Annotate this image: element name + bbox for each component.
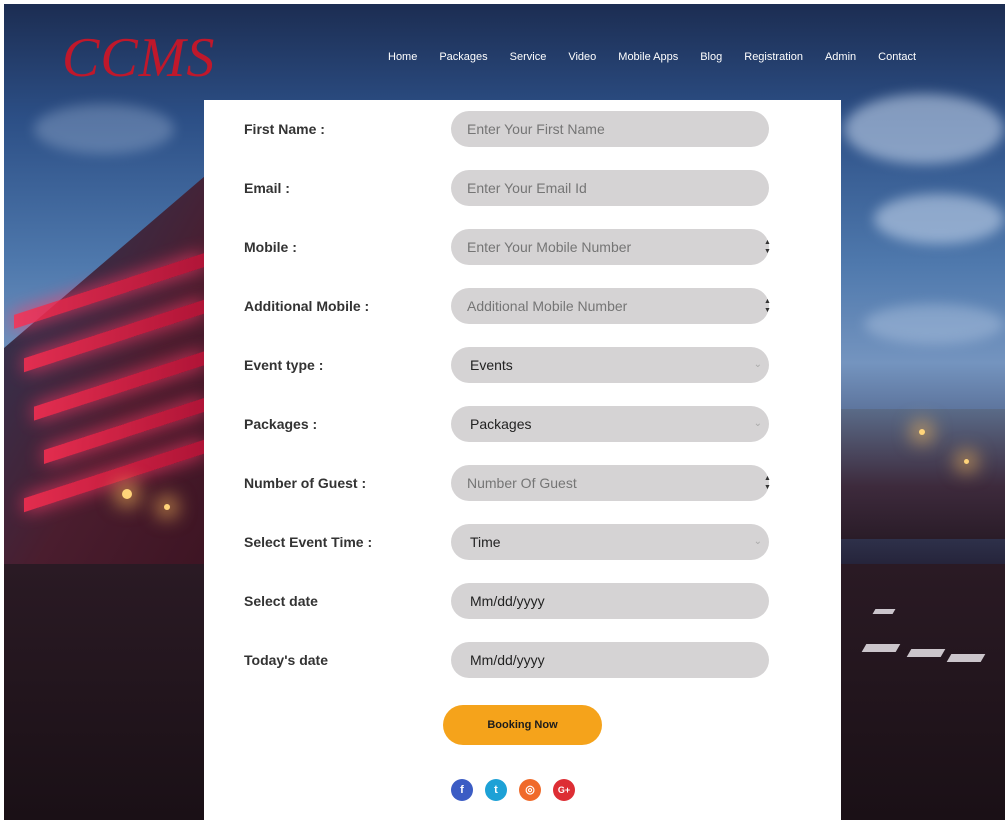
packages-select[interactable]: Packages ⌄ [451, 406, 769, 442]
booking-now-button[interactable]: Booking Now [443, 705, 602, 745]
social-links: f t ◎ G+ [451, 779, 575, 801]
facebook-icon[interactable]: f [451, 779, 473, 801]
mobile-label: Mobile : [244, 239, 297, 255]
row-select-date: Select date Mm/dd/yyyy [204, 583, 841, 619]
packages-value: Packages [470, 416, 532, 432]
todays-date-input[interactable]: Mm/dd/yyyy [451, 642, 769, 678]
spinner-arrows-icon[interactable]: ▲ ▼ [764, 297, 771, 315]
event-type-value: Events [470, 357, 513, 373]
packages-label: Packages : [244, 416, 318, 432]
chevron-down-icon: ⌄ [753, 359, 762, 370]
event-time-select[interactable]: Time ⌄ [451, 524, 769, 560]
street-light [919, 429, 925, 435]
spinner-arrows-icon[interactable]: ▲ ▼ [764, 474, 771, 492]
first-name-label: First Name : [244, 121, 325, 137]
chevron-down-icon: ⌄ [753, 536, 762, 547]
nav-home[interactable]: Home [388, 51, 417, 63]
street-light [164, 504, 170, 510]
nav-blog[interactable]: Blog [700, 51, 722, 63]
crosswalk-stripe [861, 644, 901, 652]
additional-mobile-label: Additional Mobile : [244, 298, 370, 314]
select-date-input[interactable]: Mm/dd/yyyy [451, 583, 769, 619]
guests-label: Number of Guest : [244, 475, 367, 491]
nav-admin[interactable]: Admin [825, 51, 856, 63]
main-nav: Home Packages Service Video Mobile Apps … [388, 51, 938, 63]
email-label: Email : [244, 180, 290, 196]
event-time-value: Time [470, 534, 501, 550]
nav-registration[interactable]: Registration [744, 51, 803, 63]
cloud [864, 304, 1004, 344]
nav-packages[interactable]: Packages [439, 51, 487, 63]
street-light [964, 459, 969, 464]
event-type-select[interactable]: Events ⌄ [451, 347, 769, 383]
row-email: Email : [204, 170, 841, 206]
twitter-icon[interactable]: t [485, 779, 507, 801]
chevron-down-icon: ⌄ [753, 418, 762, 429]
street-light [122, 489, 132, 499]
google-plus-icon[interactable]: G+ [553, 779, 575, 801]
mobile-input[interactable] [451, 229, 769, 265]
guests-input[interactable] [451, 465, 769, 501]
road-marking [872, 609, 896, 614]
instagram-icon[interactable]: ◎ [519, 779, 541, 801]
select-date-label: Select date [244, 593, 318, 609]
row-todays-date: Today's date Mm/dd/yyyy [204, 642, 841, 678]
row-additional-mobile: Additional Mobile : ▲▼ [204, 288, 841, 324]
row-mobile: Mobile : ▲▼ [204, 229, 841, 265]
cloud [874, 194, 1004, 244]
row-first-name: First Name : [204, 111, 841, 147]
nav-mobile-apps[interactable]: Mobile Apps [618, 51, 678, 63]
booking-form: First Name : Email : Mobile : ▲▼ Additio… [204, 100, 841, 820]
row-event-type: Event type : Events ⌄ [204, 347, 841, 383]
event-type-label: Event type : [244, 357, 324, 373]
cloud [844, 94, 1004, 164]
todays-date-label: Today's date [244, 652, 328, 668]
site-logo[interactable]: CCMS [62, 30, 215, 86]
nav-video[interactable]: Video [568, 51, 596, 63]
row-packages: Packages : Packages ⌄ [204, 406, 841, 442]
cloud [34, 104, 174, 154]
crosswalk-stripe [946, 654, 986, 662]
event-time-label: Select Event Time : [244, 534, 373, 550]
row-event-time: Select Event Time : Time ⌄ [204, 524, 841, 560]
crosswalk-stripe [906, 649, 946, 657]
row-guests: Number of Guest : ▲▼ [204, 465, 841, 501]
additional-mobile-input[interactable] [451, 288, 769, 324]
nav-contact[interactable]: Contact [878, 51, 916, 63]
email-input[interactable] [451, 170, 769, 206]
spinner-arrows-icon[interactable]: ▲ ▼ [764, 238, 771, 256]
first-name-input[interactable] [451, 111, 769, 147]
nav-service[interactable]: Service [510, 51, 547, 63]
page: CCMS Home Packages Service Video Mobile … [0, 0, 1005, 820]
